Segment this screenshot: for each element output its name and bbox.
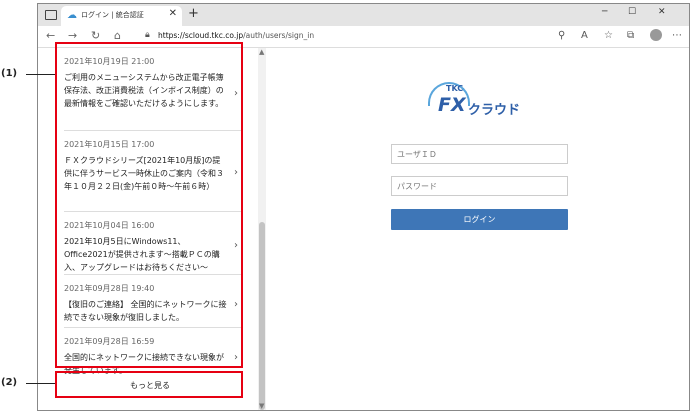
- logo-tkc: TKC: [446, 84, 464, 93]
- annotation-box-more: [55, 371, 243, 398]
- maximize-icon[interactable]: ☐: [628, 7, 636, 17]
- scroll-down-icon[interactable]: ▼: [259, 402, 264, 410]
- cloud-favicon-icon: ☁: [67, 10, 77, 21]
- address-bar[interactable]: https://scloud.tkc.co.jp/auth/users/sign…: [158, 31, 314, 40]
- news-scrollbar[interactable]: ▲ ▼: [258, 48, 266, 410]
- password-input[interactable]: [391, 176, 568, 196]
- url-path: /auth/users/sign_in: [243, 31, 315, 40]
- login-button[interactable]: ログイン: [391, 209, 568, 230]
- scroll-up-icon[interactable]: ▲: [259, 48, 264, 56]
- annotation-label-2: (2): [1, 377, 18, 388]
- fx-cloud-logo: TKC FX クラウド: [428, 82, 528, 122]
- logo-cloud-text: クラウド: [468, 103, 521, 118]
- user-id-input[interactable]: [391, 144, 568, 164]
- annotation-label-1: (1): [1, 68, 18, 79]
- search-key-icon[interactable]: ⚲: [558, 30, 565, 41]
- close-tab-icon[interactable]: ✕: [169, 8, 177, 19]
- minimize-icon[interactable]: ─: [602, 7, 607, 17]
- forward-icon[interactable]: →: [68, 29, 77, 42]
- tab-title: ログイン | 統合認証: [81, 11, 144, 19]
- close-window-icon[interactable]: ✕: [658, 7, 666, 17]
- favorites-icon[interactable]: ☆: [604, 30, 613, 41]
- lock-icon[interactable]: 🔒︎: [145, 30, 150, 40]
- refresh-icon[interactable]: ↻: [91, 29, 100, 42]
- read-aloud-icon[interactable]: A: [581, 30, 588, 41]
- tab-actions-icon[interactable]: [45, 10, 57, 20]
- url-host: https://scloud.tkc.co.jp: [158, 31, 244, 40]
- browser-tab[interactable]: ☁ ログイン | 統合認証 ✕: [61, 6, 182, 26]
- home-icon[interactable]: ⌂: [114, 29, 121, 42]
- back-icon[interactable]: ←: [46, 29, 55, 42]
- annotation-leader-1: [26, 74, 55, 75]
- collections-icon[interactable]: ⧉: [627, 30, 634, 41]
- annotation-box-news: [55, 42, 243, 368]
- annotation-leader-2: [26, 383, 55, 384]
- scroll-thumb[interactable]: [259, 222, 265, 410]
- new-tab-icon[interactable]: +: [188, 6, 199, 21]
- tab-bar: ☁ ログイン | 統合認証 ✕ + ─ ☐ ✕: [38, 4, 689, 26]
- more-menu-icon[interactable]: ⋯: [672, 30, 682, 41]
- profile-avatar[interactable]: [650, 29, 662, 41]
- logo-fx: FX: [438, 94, 466, 116]
